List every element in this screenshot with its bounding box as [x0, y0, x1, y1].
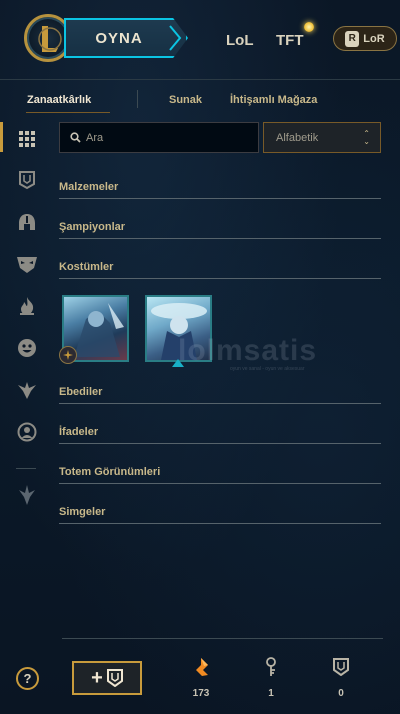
orange-essence-value: 173: [192, 688, 210, 699]
section-champions[interactable]: Şampiyonlar: [59, 219, 381, 239]
skin-badge-icon: [59, 346, 77, 364]
help-button[interactable]: ?: [16, 667, 39, 690]
footer-divider: [62, 638, 383, 639]
profile-icon[interactable]: [16, 421, 38, 443]
search-icon: [70, 132, 81, 143]
league-logo-icon: [38, 26, 62, 52]
helmet-icon[interactable]: [16, 211, 38, 233]
help-icon: ?: [23, 671, 32, 686]
tab-crafting[interactable]: Zanaatkârlık: [27, 94, 91, 106]
add-label: +: [91, 666, 103, 689]
chest-icon: [106, 669, 123, 687]
key-icon: [261, 656, 281, 678]
section-eternals[interactable]: Ebediler: [59, 384, 381, 404]
section-champions-label: Şampiyonlar: [59, 221, 126, 233]
section-totem-skins-label: Totem Görünümleri: [59, 466, 161, 478]
search-input[interactable]: [86, 129, 254, 147]
lor-label: LoR: [363, 32, 385, 45]
tft-notification-dot: [304, 22, 314, 32]
orange-essence-icon: [191, 656, 211, 678]
chest-value: 0: [338, 688, 344, 699]
tab-altar[interactable]: Sunak: [169, 94, 202, 106]
lor-button[interactable]: R LoR: [333, 26, 397, 51]
totem-icon[interactable]: [16, 484, 38, 506]
ward-icon[interactable]: [16, 379, 38, 401]
grid-icon[interactable]: [16, 128, 38, 150]
section-emotes[interactable]: İfadeler: [59, 424, 381, 444]
nav-lol[interactable]: LoL: [226, 32, 254, 49]
tab-divider: [137, 90, 138, 108]
rail-active-indicator: [0, 122, 3, 152]
flame-icon[interactable]: [16, 295, 38, 317]
section-eternals-label: Ebediler: [59, 386, 103, 398]
chest-icon[interactable]: [16, 169, 38, 191]
add-chest-button[interactable]: +: [72, 661, 142, 695]
section-materials[interactable]: Malzemeler: [59, 179, 381, 199]
rail-divider: [16, 468, 36, 469]
section-skins-label: Kostümler: [59, 261, 114, 273]
watermark-sub: oyun ve sanal - oyun ve aksesuar: [230, 366, 305, 372]
section-icons-label: Simgeler: [59, 506, 106, 518]
sub-tabs: Zanaatkârlık Sunak İhtişamlı Mağaza: [0, 86, 400, 116]
section-emotes-label: İfadeler: [59, 426, 99, 438]
watermark: lolmsatis: [178, 334, 318, 367]
play-button-label: OYNA: [95, 29, 143, 47]
tab-prestige-shop[interactable]: İhtişamlı Mağaza: [230, 94, 317, 106]
play-arrow-icon: [169, 25, 182, 51]
sort-dropdown[interactable]: Alfabetik ⌃ ⌄: [263, 122, 381, 153]
section-materials-label: Malzemeler: [59, 181, 119, 193]
section-totem-skins[interactable]: Totem Görünümleri: [59, 464, 381, 484]
key-value: 1: [268, 688, 274, 699]
search-box: [59, 122, 259, 153]
lor-icon: R: [345, 30, 360, 47]
active-tab-underline: [26, 112, 110, 113]
nav-tft[interactable]: TFT: [276, 32, 304, 49]
chevron-updown-icon: ⌃ ⌄: [363, 129, 370, 146]
mask-icon[interactable]: [16, 253, 38, 275]
chest-icon: [331, 656, 351, 678]
sort-dropdown-value: Alfabetik: [276, 132, 319, 144]
section-skins[interactable]: Kostümler: [59, 259, 381, 279]
section-icons[interactable]: Simgeler: [59, 504, 381, 524]
emote-icon[interactable]: [16, 337, 38, 359]
top-bar: OYNA LoL TFT R LoR: [0, 0, 400, 80]
